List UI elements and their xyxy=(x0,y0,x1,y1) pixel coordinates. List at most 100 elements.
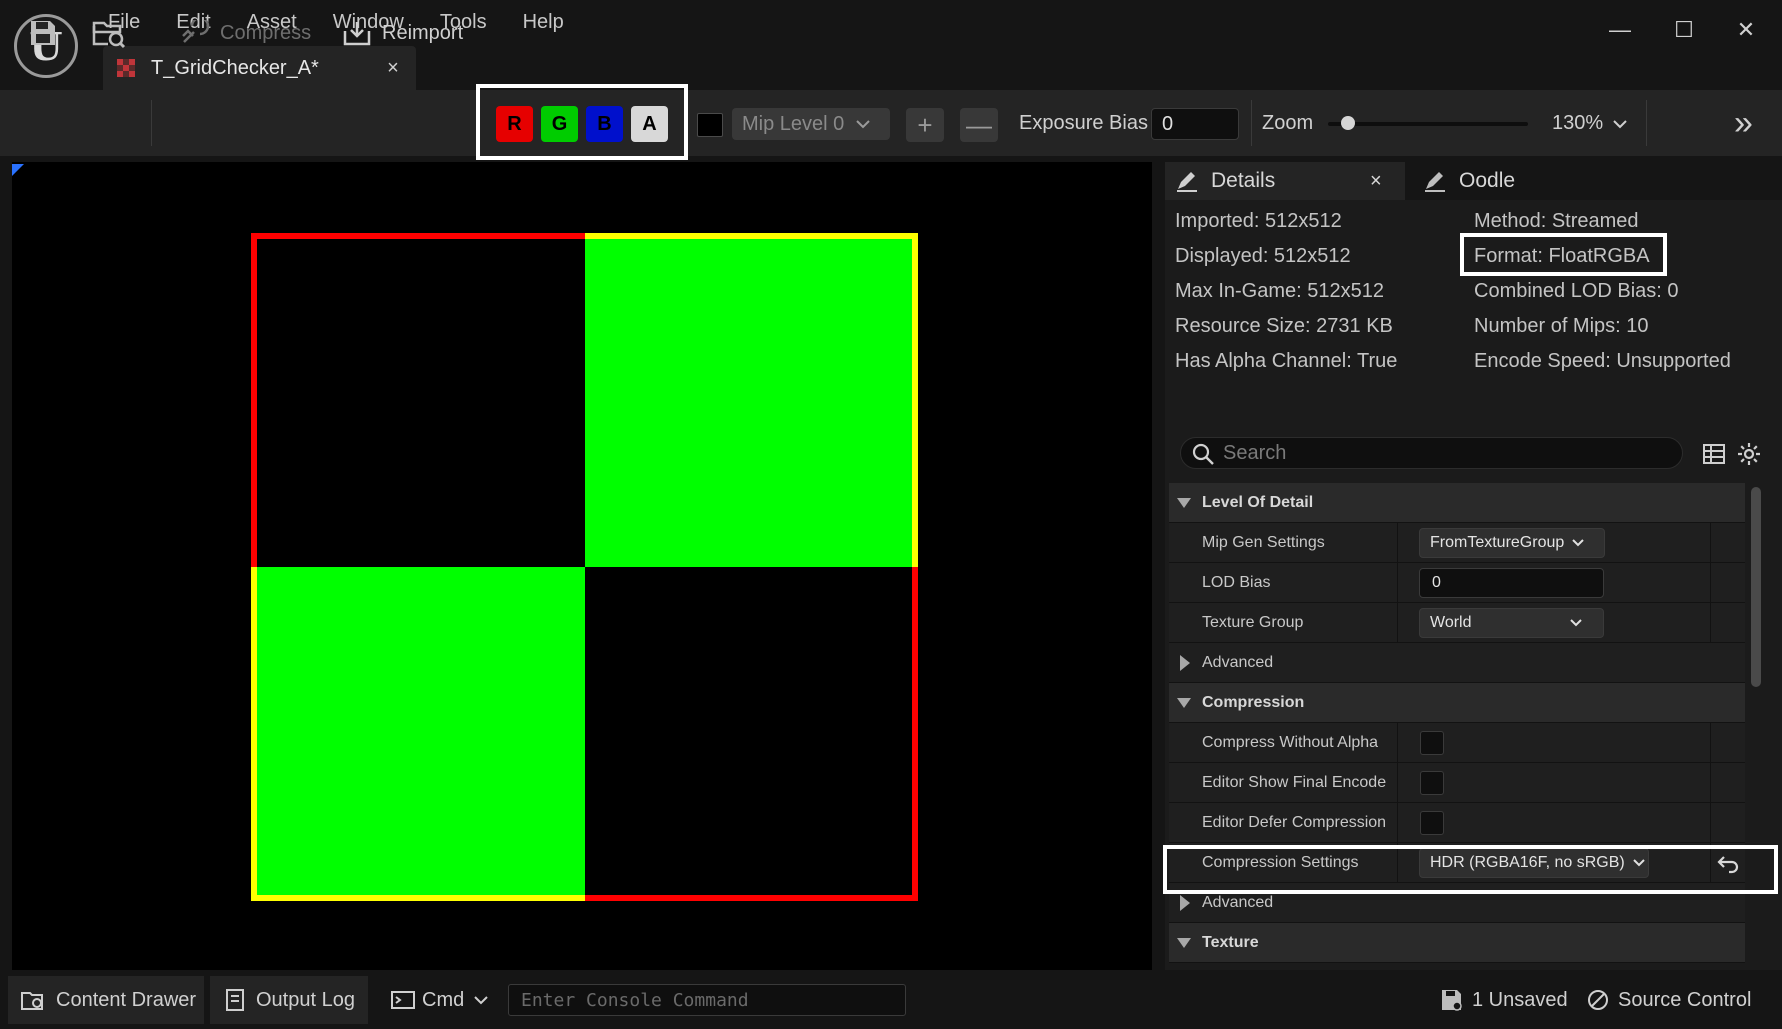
console-command-input[interactable] xyxy=(521,989,905,1011)
search-input[interactable] xyxy=(1223,438,1663,468)
viewport-corner-marker xyxy=(12,164,24,176)
close-tab-icon[interactable]: × xyxy=(1370,170,1382,193)
advanced-section-lod[interactable]: Advanced xyxy=(1169,643,1745,683)
info-encode-speed: Encode Speed: Unsupported xyxy=(1474,350,1731,372)
details-pencil-icon xyxy=(1177,172,1197,192)
toolbar-separator xyxy=(1251,100,1252,146)
red-channel-button[interactable]: R xyxy=(496,106,533,142)
property-list: Level Of Detail Mip Gen Settings FromTex… xyxy=(1169,483,1745,970)
tab-oodle[interactable]: Oodle xyxy=(1413,162,1533,200)
mip-gen-settings-dropdown[interactable]: FromTextureGroup xyxy=(1419,528,1605,558)
exposure-bias-label: Exposure Bias xyxy=(1019,112,1148,134)
content-drawer-button[interactable]: Content Drawer xyxy=(8,976,204,1024)
maximize-button[interactable]: ☐ xyxy=(1656,12,1712,48)
edge-top-right xyxy=(584,233,918,239)
unsaved-button[interactable]: 1 Unsaved xyxy=(1422,976,1572,1024)
column-divider xyxy=(1710,723,1711,763)
edge-right-top xyxy=(912,233,918,567)
expand-arrow-icon xyxy=(1177,938,1191,948)
property-compress-without-alpha: Compress Without Alpha xyxy=(1169,723,1745,763)
format-highlight xyxy=(1460,233,1667,276)
column-divider xyxy=(1710,803,1711,843)
browse-asset-button[interactable] xyxy=(92,0,126,66)
reimport-label: Reimport xyxy=(382,21,464,44)
close-window-button[interactable]: ✕ xyxy=(1718,12,1774,48)
compress-button[interactable]: Compress xyxy=(180,0,311,66)
terminal-icon xyxy=(391,991,415,1009)
cmd-dropdown[interactable]: Cmd xyxy=(376,976,500,1024)
compress-icon xyxy=(182,20,210,43)
chevron-down-icon xyxy=(1572,539,1584,547)
mip-increase-button[interactable]: + xyxy=(906,108,944,142)
checker-cell-bottom-left xyxy=(251,567,585,901)
background-color-swatch[interactable] xyxy=(697,113,723,137)
lod-bias-input[interactable]: 0 xyxy=(1419,568,1604,598)
search-icon xyxy=(1192,443,1214,465)
alpha-channel-button[interactable]: A xyxy=(631,106,668,142)
category-compression[interactable]: Compression xyxy=(1169,683,1745,723)
source-control-button[interactable]: Source Control xyxy=(1576,976,1776,1024)
column-divider xyxy=(1710,763,1711,803)
texture-preview xyxy=(251,233,918,901)
mip-level-value: Mip Level 0 xyxy=(742,112,845,135)
checker-cell-top-right xyxy=(584,233,918,567)
column-divider xyxy=(1710,563,1711,603)
green-channel-button[interactable]: G xyxy=(541,106,578,142)
zoom-slider-thumb[interactable] xyxy=(1341,116,1355,130)
browse-folder-icon xyxy=(92,21,126,49)
exposure-bias-input[interactable]: 0 xyxy=(1151,108,1239,140)
chevron-down-icon xyxy=(1613,119,1627,128)
property-texture-group: Texture Group World xyxy=(1169,603,1745,643)
edge-bottom-left xyxy=(251,895,585,901)
menu-help[interactable]: Help xyxy=(505,11,582,34)
toolbar-separator xyxy=(151,100,152,146)
reimport-icon xyxy=(343,22,371,46)
output-log-icon xyxy=(226,989,244,1011)
category-level-of-detail[interactable]: Level Of Detail xyxy=(1169,483,1745,523)
content-drawer-label: Content Drawer xyxy=(56,988,197,1011)
texture-group-dropdown[interactable]: World xyxy=(1419,608,1604,638)
reimport-button[interactable]: Reimport xyxy=(342,0,463,66)
table-view-icon[interactable] xyxy=(1702,442,1726,466)
expand-arrow-icon xyxy=(1180,655,1190,671)
mip-level-dropdown[interactable]: Mip Level 0 xyxy=(732,108,890,140)
zoom-dropdown[interactable]: 130% xyxy=(1552,112,1627,135)
column-divider xyxy=(1710,523,1711,563)
chevron-down-icon xyxy=(1570,619,1582,627)
editor-show-final-encode-checkbox[interactable] xyxy=(1420,771,1444,795)
property-mip-gen-settings: Mip Gen Settings FromTextureGroup xyxy=(1169,523,1745,563)
mip-decrease-button[interactable]: — xyxy=(960,108,998,142)
checker-cell-top-left xyxy=(251,233,585,567)
save-icon xyxy=(31,21,55,45)
tab-oodle-label: Oodle xyxy=(1459,169,1516,192)
source-control-label: Source Control xyxy=(1618,988,1752,1011)
chevron-down-icon xyxy=(474,996,488,1005)
zoom-slider-track[interactable] xyxy=(1328,122,1528,126)
column-divider xyxy=(1397,803,1398,843)
menu-bar: File Edit Asset Window Tools Help xyxy=(90,0,582,44)
settings-gear-icon[interactable] xyxy=(1737,442,1761,466)
info-has-alpha: Has Alpha Channel: True xyxy=(1175,350,1398,372)
texture-group-value: World xyxy=(1430,614,1472,631)
blue-channel-button[interactable]: B xyxy=(586,106,623,142)
zoom-label: Zoom xyxy=(1262,112,1314,134)
details-scrollbar[interactable] xyxy=(1751,487,1761,687)
compress-without-alpha-checkbox[interactable] xyxy=(1420,731,1444,755)
toolbar-overflow-icon[interactable]: » xyxy=(1734,104,1753,143)
save-button[interactable] xyxy=(28,0,58,66)
output-log-button[interactable]: Output Log xyxy=(210,976,368,1024)
minimize-button[interactable]: — xyxy=(1592,12,1648,48)
edge-left-bottom xyxy=(251,567,257,901)
cmd-label: Cmd xyxy=(422,988,465,1011)
unsaved-save-icon xyxy=(1442,990,1462,1011)
column-divider xyxy=(1397,723,1398,763)
expand-arrow-icon xyxy=(1177,498,1191,508)
editor-defer-compression-checkbox[interactable] xyxy=(1420,811,1444,835)
compress-label: Compress xyxy=(220,21,312,44)
column-divider xyxy=(1397,523,1398,563)
column-divider xyxy=(1397,763,1398,803)
category-texture[interactable]: Texture xyxy=(1169,923,1745,963)
tab-details[interactable]: Details × xyxy=(1165,162,1405,200)
column-divider xyxy=(1397,603,1398,643)
info-method: Method: Streamed xyxy=(1474,210,1639,232)
